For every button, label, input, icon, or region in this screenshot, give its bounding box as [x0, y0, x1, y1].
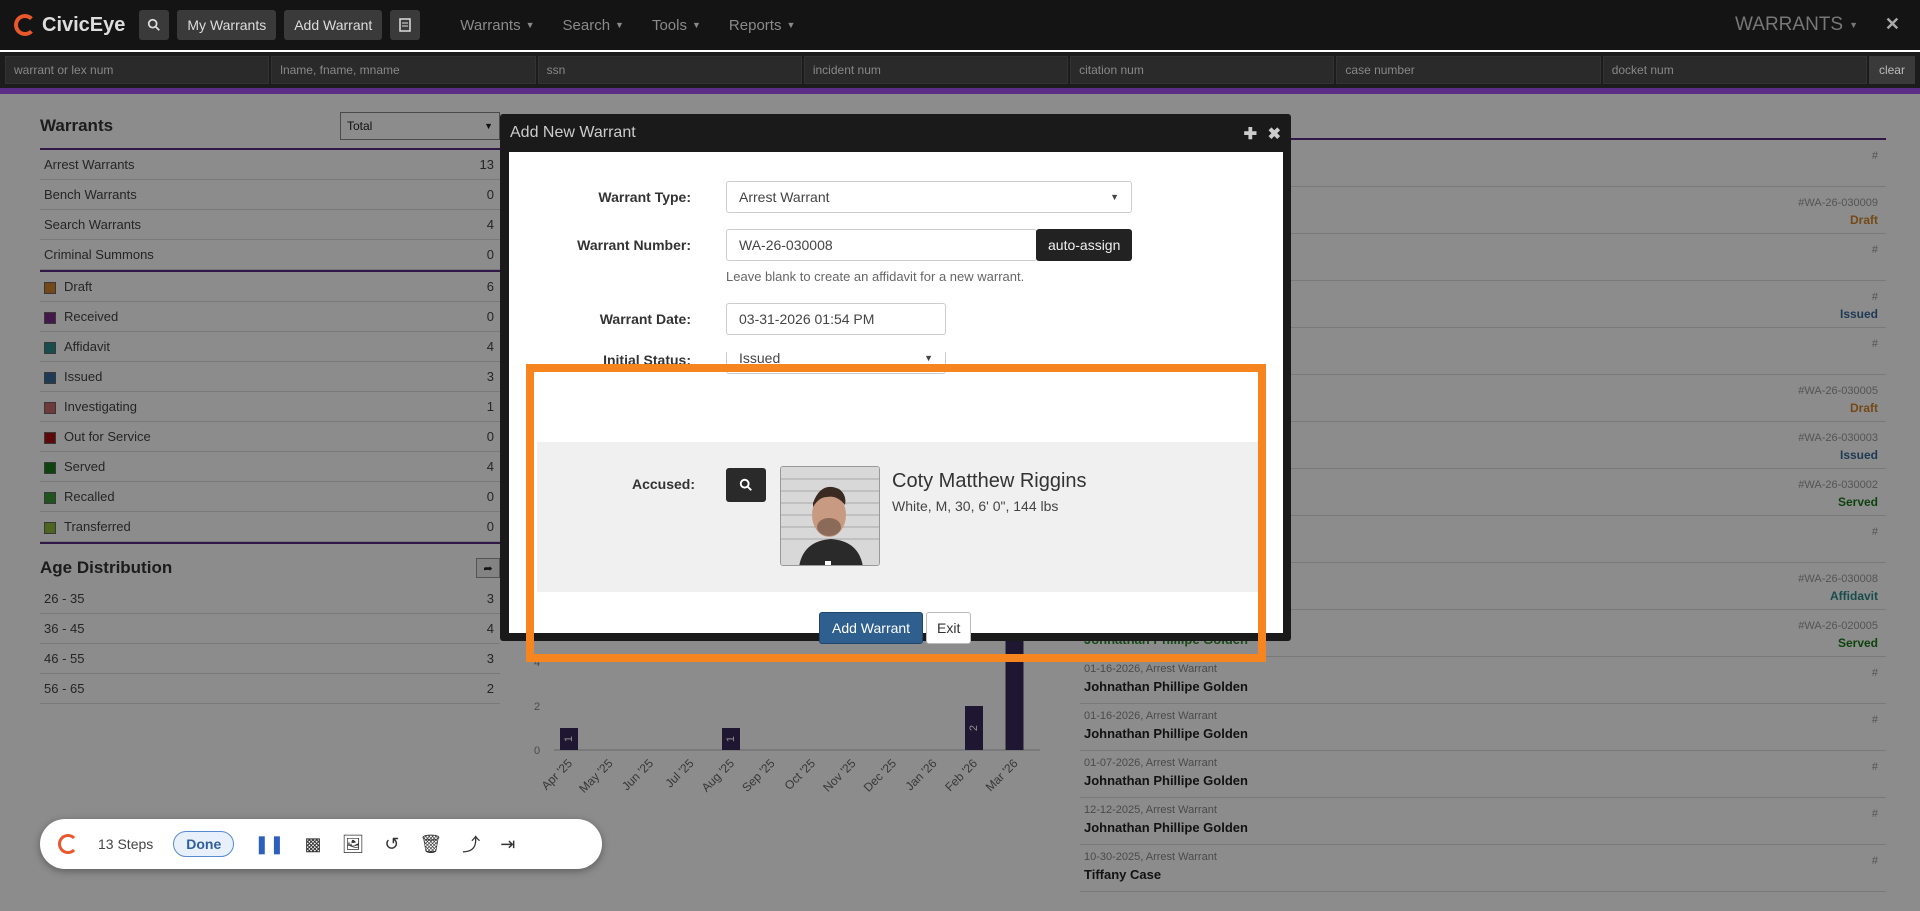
- trash-icon[interactable]: 🗑: [419, 834, 442, 855]
- expand-icon[interactable]: ✚: [1244, 124, 1257, 144]
- civiceye-logo-icon: [14, 14, 36, 36]
- highlight-frame: [526, 364, 1266, 662]
- menu-tools[interactable]: Tools ▼: [652, 17, 701, 34]
- done-button[interactable]: Done: [173, 831, 235, 857]
- notes-button[interactable]: [390, 10, 421, 40]
- docket-num-input[interactable]: [1602, 56, 1867, 84]
- recorder-toolbar: 13 Steps Done ❚❚ ▩ 🖼 ↺ 🗑 ⤴ ⇥: [40, 819, 602, 869]
- menu-search[interactable]: Search ▼: [563, 17, 624, 34]
- app-logo[interactable]: CivicEye: [14, 0, 125, 50]
- clear-button[interactable]: clear: [1868, 56, 1915, 84]
- chevron-down-icon: ▼: [525, 20, 535, 30]
- search-icon: [148, 18, 161, 31]
- menu-reports[interactable]: Reports ▼: [729, 17, 795, 34]
- ssn-input[interactable]: [537, 56, 802, 84]
- chevron-down-icon: ▼: [1110, 192, 1119, 202]
- section-title-menu[interactable]: WARRANTS ▼: [1735, 14, 1858, 36]
- citation-num-input[interactable]: [1070, 56, 1335, 84]
- incident-num-input[interactable]: [803, 56, 1069, 84]
- chevron-down-icon: ▼: [924, 353, 933, 363]
- chevron-down-icon: ▼: [615, 20, 624, 30]
- app-name: CivicEye: [42, 13, 126, 36]
- pause-icon[interactable]: ❚❚: [254, 834, 284, 855]
- branch-arrow-icon[interactable]: ⤴: [462, 831, 480, 857]
- blur-icon[interactable]: ▩: [304, 834, 321, 855]
- warrant-number-input[interactable]: WA-26-030008: [726, 229, 1037, 261]
- my-warrants-button[interactable]: My Warrants: [177, 10, 277, 40]
- menu-warrants[interactable]: Warrants ▼: [460, 17, 534, 34]
- warrant-date-input[interactable]: 03-31-2026 01:54 PM: [726, 303, 946, 335]
- close-icon[interactable]: ✕: [1885, 14, 1900, 35]
- warrant-number-hint: Leave blank to create an affidavit for a…: [726, 269, 1025, 284]
- undo-icon[interactable]: ↺: [384, 834, 399, 855]
- image-icon[interactable]: 🖼: [341, 834, 364, 855]
- modal-title: Add New Warrant: [510, 124, 636, 141]
- modal-header: Add New Warrant ✚ ✖: [500, 114, 1291, 152]
- warrant-type-select[interactable]: Arrest Warrant ▼: [726, 181, 1132, 213]
- close-icon[interactable]: ✖: [1268, 124, 1281, 144]
- chevron-down-icon: ▼: [692, 20, 701, 30]
- steps-count: 13 Steps: [98, 836, 154, 852]
- warrant-number-label: Warrant Number:: [577, 237, 691, 253]
- auto-assign-button[interactable]: auto-assign: [1036, 229, 1133, 261]
- chevron-down-icon: ▼: [786, 20, 796, 30]
- warrant-num-input[interactable]: [5, 56, 270, 84]
- name-input[interactable]: [271, 56, 536, 84]
- chevron-down-icon: ▼: [1849, 20, 1858, 30]
- warrant-date-label: Warrant Date:: [599, 311, 691, 327]
- case-number-input[interactable]: [1336, 56, 1601, 84]
- document-icon: [399, 18, 412, 32]
- civiceye-logo-icon: [58, 834, 78, 854]
- nav-search-button[interactable]: [139, 10, 170, 40]
- skip-to-end-icon[interactable]: ⇥: [500, 834, 515, 855]
- top-nav: CivicEye My Warrants Add Warrant Warrant…: [0, 0, 1920, 50]
- add-warrant-nav-button[interactable]: Add Warrant: [284, 10, 383, 40]
- quick-search-bar: clear: [0, 52, 1920, 88]
- warrant-type-label: Warrant Type:: [598, 189, 691, 205]
